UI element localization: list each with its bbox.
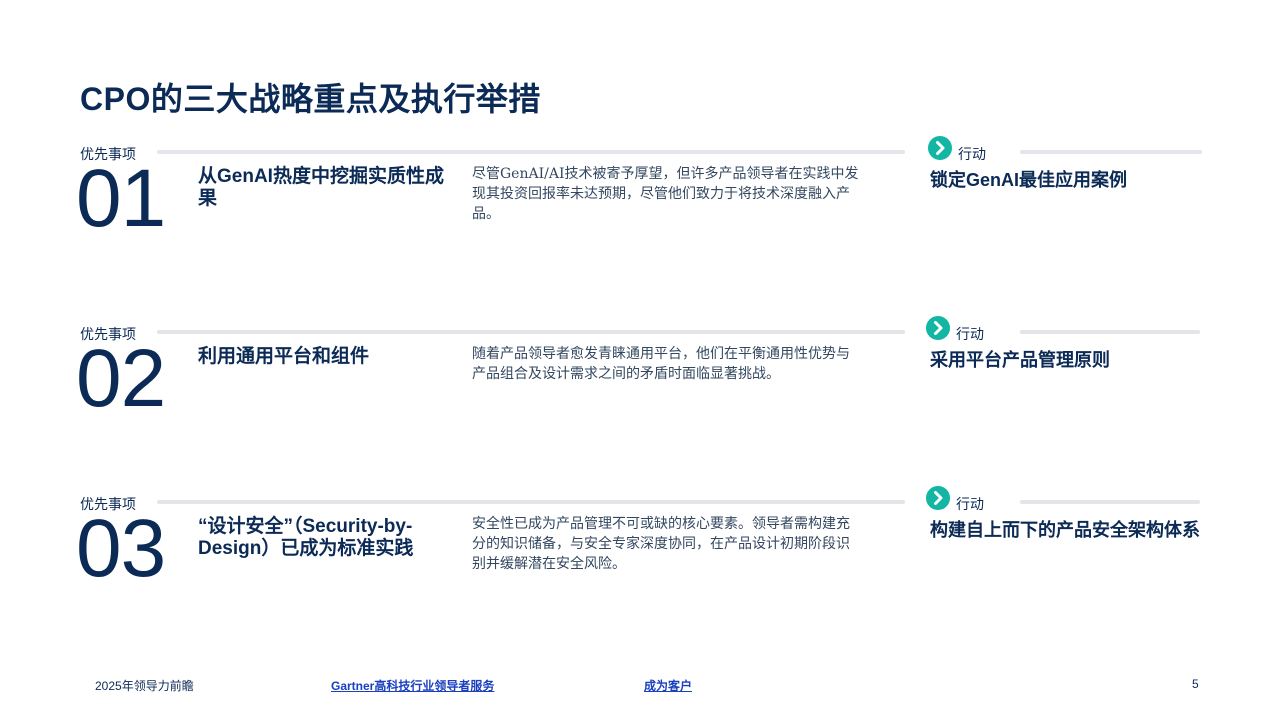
action-divider bbox=[1020, 330, 1200, 334]
priority-number: 01 bbox=[76, 153, 166, 244]
page-title: CPO的三大战略重点及执行举措 bbox=[80, 81, 541, 117]
action-text: 采用平台产品管理原则 bbox=[930, 350, 1110, 370]
chevron-right-icon bbox=[926, 486, 950, 510]
action-label: 行动 bbox=[956, 496, 984, 512]
priority-description: 尽管GenAI/AI技术被寄予厚望，但许多产品领导者在实践中发现其投资回报率未达… bbox=[472, 166, 859, 222]
action-divider bbox=[1020, 150, 1202, 154]
priority-row-1: 优先事项 01 从GenAI热度中挖掘实质性成果 尽管GenAI/AI技术被寄予… bbox=[0, 136, 1279, 304]
action-label: 行动 bbox=[958, 146, 986, 162]
footer-link-become-client[interactable]: 成为客户 bbox=[644, 677, 692, 694]
footer-link-gartner-service[interactable]: Gartner高科技行业领导者服务 bbox=[331, 677, 494, 694]
priority-description: 安全性已成为产品管理不可或缺的核心要素。领导者需构建充分的知识储备，与安全专家深… bbox=[472, 516, 850, 572]
priority-heading: 利用通用平台和组件 bbox=[198, 346, 370, 367]
priority-number: 03 bbox=[76, 503, 166, 594]
priority-divider bbox=[157, 330, 905, 334]
priority-divider bbox=[157, 150, 905, 154]
chevron-right-icon bbox=[928, 136, 952, 160]
priority-heading: 从GenAI热度中挖掘实质性成果 bbox=[198, 166, 444, 209]
priority-number: 02 bbox=[76, 333, 166, 424]
footer-title: 2025年领导力前瞻 bbox=[95, 679, 194, 693]
priority-row-3: 优先事项 03 “设计安全”（Security-by-Design）已成为标准实… bbox=[0, 486, 1279, 654]
priority-heading: “设计安全”（Security-by-Design）已成为标准实践 bbox=[198, 516, 414, 559]
action-text: 锁定GenAI最佳应用案例 bbox=[930, 170, 1128, 190]
priority-divider bbox=[157, 500, 905, 504]
priority-row-2: 优先事项 02 利用通用平台和组件 随着产品领导者愈发青睐通用平台，他们在平衡通… bbox=[0, 316, 1279, 484]
action-divider bbox=[1020, 500, 1200, 504]
action-text: 构建自上而下的产品安全架构体系 bbox=[930, 520, 1200, 540]
action-label: 行动 bbox=[956, 326, 984, 342]
chevron-right-icon bbox=[926, 316, 950, 340]
page-number: 5 bbox=[1192, 677, 1199, 691]
priority-description: 随着产品领导者愈发青睐通用平台，他们在平衡通用性优势与产品组合及设计需求之间的矛… bbox=[472, 346, 850, 382]
